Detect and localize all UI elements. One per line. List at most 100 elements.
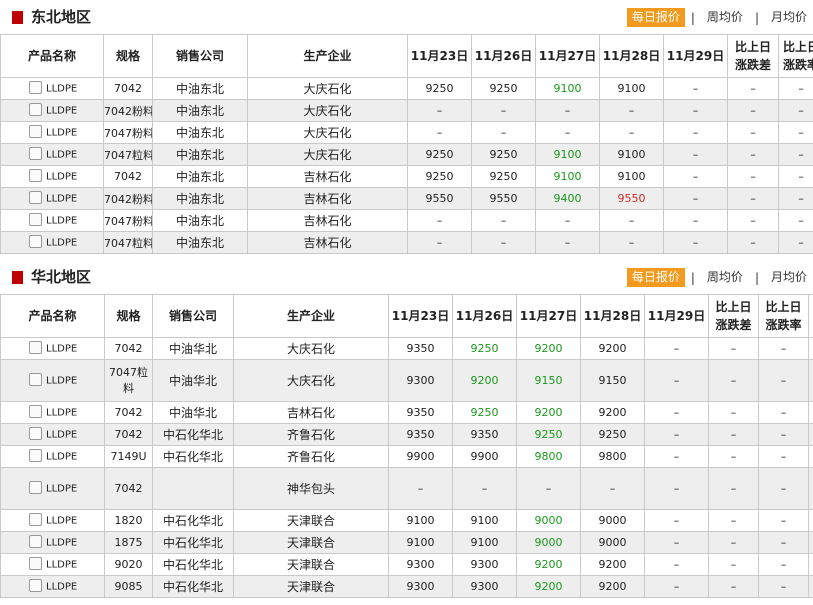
row-checkbox-icon[interactable] [29, 513, 42, 526]
table-row: LLDPE 7042 中石化华北 齐鲁石化 9350 9350 9250 9250– – – [0, 423, 813, 446]
section-northeast: 东北地区 每日报价 | 周均价 | 月均价 产品名称 规格 销售公司 生产企业 … [0, 0, 813, 254]
cell-extra [808, 553, 813, 576]
cell-spec: 1820 [104, 509, 153, 532]
cell-seller: 中油东北 [152, 99, 248, 122]
row-checkbox-icon[interactable] [29, 405, 42, 418]
row-checkbox-icon[interactable] [29, 341, 42, 354]
product-name: LLDPE [46, 407, 78, 419]
table-row: LLDPE 7047粒料 中油东北 吉林石化 – – – – – – – [0, 231, 813, 254]
cell-diff: – [708, 423, 759, 446]
row-checkbox-icon[interactable] [29, 147, 42, 160]
cell-producer: 天津联合 [233, 553, 389, 576]
row-checkbox-icon[interactable] [29, 481, 42, 494]
cell-extra [808, 359, 813, 402]
cell-price: 9100 [535, 77, 600, 100]
row-checkbox-icon[interactable] [29, 579, 42, 592]
tab-daily-price[interactable]: 每日报价 [626, 8, 685, 27]
cell-price: – [535, 231, 600, 254]
cell-diff: – [727, 121, 779, 144]
table-row: LLDPE 7047粉料 中油东北 吉林石化 – – – – – – – [0, 209, 813, 232]
product-name: LLDPE [46, 193, 78, 205]
cell-spec: 7047粉料 [103, 209, 153, 232]
cell-diff: – [727, 209, 779, 232]
cell-product: LLDPE [0, 531, 105, 554]
product-name: LLDPE [46, 215, 78, 227]
cell-diff: – [708, 445, 759, 468]
header-date: 11月27日 [535, 34, 600, 78]
cell-diff: – [708, 337, 759, 360]
row-checkbox-icon[interactable] [29, 81, 42, 94]
cell-rate: – [758, 445, 809, 468]
cell-spec: 7042 [104, 401, 153, 424]
row-checkbox-icon[interactable] [29, 169, 42, 182]
row-checkbox-icon[interactable] [29, 213, 42, 226]
cell-seller: 中油东北 [152, 77, 248, 100]
cell-seller: 中油华北 [152, 401, 234, 424]
cell-producer: 齐鲁石化 [233, 423, 389, 446]
row-checkbox-icon[interactable] [29, 535, 42, 548]
cell-price: – [535, 209, 600, 232]
header-seller: 销售公司 [152, 34, 248, 78]
row-checkbox-icon[interactable] [29, 427, 42, 440]
cell-price: – [663, 99, 728, 122]
cell-price: 9250 [471, 77, 536, 100]
cell-seller: 中石化华北 [152, 531, 234, 554]
cell-price: 9200 [580, 553, 645, 576]
cell-price: 9100 [535, 143, 600, 166]
cell-rate: – [778, 209, 813, 232]
row-checkbox-icon[interactable] [29, 191, 42, 204]
section-title: 东北地区 [31, 8, 92, 26]
section-header: 东北地区 每日报价 | 周均价 | 月均价 [0, 0, 813, 34]
row-checkbox-icon[interactable] [29, 557, 42, 570]
row-checkbox-icon[interactable] [29, 449, 42, 462]
cell-product: LLDPE [0, 575, 105, 598]
cell-price: – [471, 231, 536, 254]
cell-seller: 中石化华北 [152, 423, 234, 446]
cell-producer: 大庆石化 [247, 99, 408, 122]
cell-extra: i [808, 467, 813, 510]
product-name: LLDPE [46, 375, 78, 387]
row-checkbox-icon[interactable] [29, 373, 42, 386]
cell-diff: – [708, 553, 759, 576]
cell-price: 9350 [452, 423, 517, 446]
cell-price: – [663, 165, 728, 188]
cell-spec: 7042粉料 [103, 99, 153, 122]
row-checkbox-icon[interactable] [29, 125, 42, 138]
cell-price: – [663, 143, 728, 166]
cell-producer: 大庆石化 [233, 359, 389, 402]
header-diff-line: 涨跌差 [734, 58, 771, 72]
cell-price: 9200 [516, 337, 581, 360]
cell-product: LLDPE [0, 121, 104, 144]
cell-price: – [644, 337, 709, 360]
cell-seller: 中油东北 [152, 187, 248, 210]
tab-weekly-average[interactable]: 周均价 [701, 8, 749, 27]
cell-price: – [663, 121, 728, 144]
cell-producer: 吉林石化 [233, 401, 389, 424]
cell-price: 9100 [452, 509, 517, 532]
table-row: LLDPE 7047粉料 中油东北 大庆石化 – – – – – – – [0, 121, 813, 144]
header-rate: 比上日涨跌率 [758, 294, 809, 338]
header-date: 11月26日 [452, 294, 517, 338]
row-checkbox-icon[interactable] [29, 103, 42, 116]
product-name: LLDPE [46, 429, 78, 441]
tab-separator: | [690, 10, 695, 25]
cell-producer: 大庆石化 [233, 337, 389, 360]
cell-diff: – [727, 99, 779, 122]
tab-monthly-average[interactable]: 月均价 [765, 8, 813, 27]
cell-producer: 大庆石化 [247, 143, 408, 166]
tab-daily-price[interactable]: 每日报价 [626, 268, 685, 287]
cell-price: 9550 [471, 187, 536, 210]
table-row: LLDPE 7042 中油华北 吉林石化 9350 9250 9200 9200– – – [0, 401, 813, 424]
cell-price: – [388, 467, 453, 510]
cell-seller: 中油东北 [152, 231, 248, 254]
tab-monthly-average[interactable]: 月均价 [765, 268, 813, 287]
section-title: 华北地区 [31, 268, 92, 286]
cell-price: 9000 [516, 509, 581, 532]
tab-weekly-average[interactable]: 周均价 [701, 268, 749, 287]
cell-diff: – [708, 359, 759, 402]
section-marker-icon [12, 11, 23, 24]
table-row: LLDPE 1820 中石化华北 天津联合 9100 9100 9000 9000– – – [0, 509, 813, 532]
row-checkbox-icon[interactable] [29, 235, 42, 248]
cell-spec: 1875 [104, 531, 153, 554]
product-name: LLDPE [46, 515, 78, 527]
